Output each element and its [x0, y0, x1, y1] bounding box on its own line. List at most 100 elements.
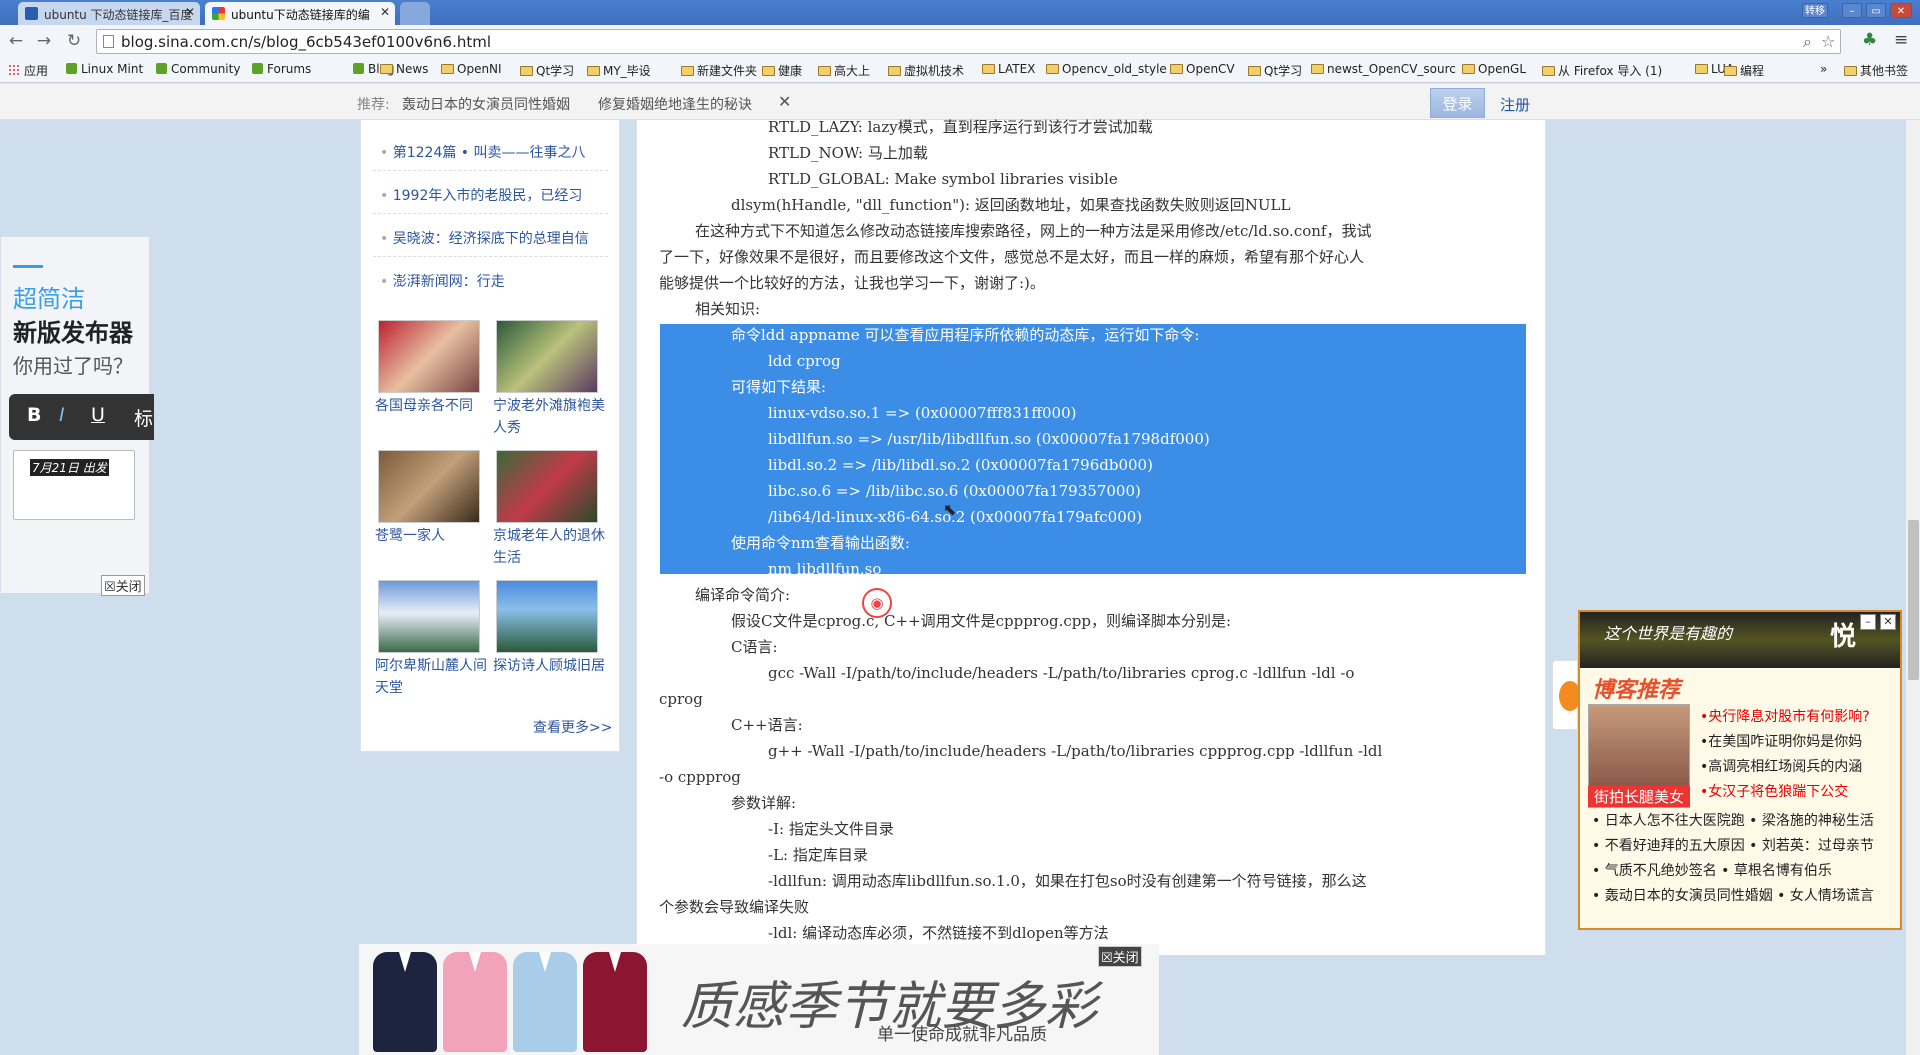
thumbnail-image[interactable]: [496, 320, 598, 393]
thumbnail-image[interactable]: [378, 450, 480, 523]
thumbnail-caption[interactable]: 宁波老外滩旗袍美人秀: [493, 395, 608, 439]
ad-title: 博客推荐: [1592, 678, 1681, 703]
side-tab[interactable]: [1552, 660, 1581, 730]
bookmark-label: Qt学习: [1264, 64, 1303, 78]
mint-icon: [66, 63, 77, 74]
sina-favicon-icon: [212, 7, 225, 20]
bookmark-label: 新建文件夹: [697, 64, 758, 78]
minimize-button[interactable]: –: [1842, 3, 1862, 18]
bookmark-label: Linux Mint: [81, 62, 144, 76]
bookmark-item[interactable]: Forums: [252, 62, 311, 76]
ad-link[interactable]: •女汉子将色狼踹下公交: [1700, 781, 1848, 801]
url-text[interactable]: blog.sina.com.cn/s/blog_6cb543ef0100v6n6…: [121, 33, 491, 51]
reload-icon[interactable]: ↻: [64, 31, 84, 51]
scrollbar-thumb[interactable]: [1908, 520, 1919, 680]
bookmark-item[interactable]: 应用: [8, 62, 48, 79]
bookmark-item[interactable]: OpenNI: [441, 62, 502, 76]
bookmark-label: Qt学习: [536, 64, 575, 78]
bookmark-item[interactable]: 健康: [762, 62, 802, 79]
view-more-link[interactable]: 查看更多>>: [533, 717, 612, 737]
article-line: -I: 指定头文件目录: [768, 820, 894, 838]
ad-link[interactable]: • 不看好迪拜的五大原因 • 刘若英：过母亲节: [1592, 835, 1874, 855]
folder-icon: [587, 66, 600, 76]
bookmark-item[interactable]: 新建文件夹: [681, 62, 757, 79]
thumbnail-image[interactable]: [496, 450, 598, 523]
switch-user-button[interactable]: 转移: [1802, 3, 1828, 18]
ad-link[interactable]: •央行降息对股市有何影响?: [1700, 706, 1870, 726]
bookmark-item[interactable]: MY_毕设: [587, 62, 651, 79]
bookmark-item[interactable]: OpenGL: [1462, 62, 1526, 76]
bookmark-item[interactable]: Qt学习: [520, 62, 574, 79]
ad-link[interactable]: • 轰动日本的女演员同性婚姻 • 女人情场谎言: [1592, 885, 1874, 905]
thumbnail-image[interactable]: [496, 580, 598, 653]
thumbnail-caption[interactable]: 苍鹭一家人: [375, 525, 490, 547]
bookmark-star-icon[interactable]: ☆: [1821, 32, 1835, 51]
bookmark-item[interactable]: 高大上: [818, 62, 870, 79]
ad-card: 7月21日 出发: [13, 450, 135, 520]
shirt-image: [513, 952, 577, 1052]
bookmark-item[interactable]: LATEX: [982, 62, 1035, 76]
weibo-share-icon[interactable]: ◉: [862, 588, 892, 618]
recommend-link[interactable]: 轰动日本的女演员同性婚姻: [402, 94, 570, 114]
bookmark-item[interactable]: OpenCV: [1170, 62, 1235, 76]
tab-baidu[interactable]: ubuntu 下动态链接库_百度 ✕: [18, 2, 200, 25]
sidebar-article-link[interactable]: 澎湃新闻网：行走: [380, 271, 505, 291]
bookmark-item[interactable]: newst_OpenCV_sourc: [1311, 62, 1456, 76]
ad-link[interactable]: •在美国咋证明你妈是你妈: [1700, 731, 1862, 751]
recommend-link[interactable]: 修复婚姻绝地逢生的秘诀: [598, 94, 752, 114]
article-line: libdl.so.2 => /lib/libdl.so.2 (0x00007fa…: [768, 456, 1153, 474]
sidebar-article-link[interactable]: 1992年入市的老股民，已经习: [380, 185, 583, 205]
new-tab-button[interactable]: [400, 2, 430, 25]
ad-link[interactable]: • 气质不凡绝妙签名 • 草根名博有伯乐: [1592, 860, 1832, 880]
article-line: C语言:: [731, 638, 778, 656]
tab-close-icon[interactable]: ✕: [380, 5, 390, 19]
minimize-icon[interactable]: –: [1860, 614, 1876, 630]
divider: [373, 170, 608, 171]
apps-icon: [8, 64, 20, 76]
thumbnail-caption[interactable]: 探访诗人顾城旧居: [493, 655, 608, 677]
close-window-button[interactable]: ✕: [1890, 3, 1912, 18]
thumbnail-image[interactable]: [378, 320, 480, 393]
menu-icon[interactable]: ≡: [1894, 30, 1908, 50]
bookmark-item[interactable]: 虚拟机技术: [888, 62, 964, 79]
bookmark-item[interactable]: Linux Mint: [66, 62, 143, 76]
ad-link[interactable]: •高调亮相红场阅兵的内涵: [1700, 756, 1862, 776]
tab-strip: ubuntu 下动态链接库_百度 ✕ ubuntu下动态链接库的编 ✕ 转移 – ▭…: [0, 0, 1920, 25]
tab-sina-blog[interactable]: ubuntu下动态链接库的编 ✕: [205, 2, 395, 25]
ad-photo-caption[interactable]: 街拍长腿美女: [1588, 786, 1690, 807]
forward-arrow-icon[interactable]: →: [34, 31, 54, 51]
sidebar-panel: 第1224篇 • 叫卖——往事之八 1992年入市的老股民，已经习 吴晓波：经济…: [360, 120, 620, 752]
close-icon[interactable]: ✕: [1880, 614, 1896, 630]
bottom-banner-ad[interactable]: 质感季节就要多彩 单一使命成就非凡品质 ☒关闭: [359, 944, 1159, 1055]
sidebar-article-link[interactable]: 第1224篇 • 叫卖——往事之八: [380, 142, 586, 162]
ad-close-button[interactable]: ☒关闭: [1098, 946, 1142, 967]
search-icon[interactable]: ⌕: [1803, 32, 1812, 52]
ad-link[interactable]: • 日本人怎不往大医院跑 • 梁洛施的神秘生活: [1592, 810, 1874, 830]
bookmark-item[interactable]: News: [380, 62, 428, 76]
bookmark-item[interactable]: 编程: [1724, 62, 1764, 79]
thumbnail-image[interactable]: [378, 580, 480, 653]
article-line: 能够提供一个比较好的方法，让我也学习一下，谢谢了:)。: [659, 274, 1045, 292]
bookmark-item[interactable]: 从 Firefox 导入 (1): [1542, 62, 1662, 79]
article-line: RTLD_LAZY: lazy模式，直到程序运行到该行才尝试加载: [768, 118, 1153, 136]
maximize-button[interactable]: ▭: [1866, 3, 1886, 18]
login-button[interactable]: 登录: [1430, 88, 1485, 118]
tab-close-icon[interactable]: ✕: [185, 5, 195, 19]
thumbnail-caption[interactable]: 京城老年人的退休生活: [493, 525, 608, 569]
register-link[interactable]: 注册: [1500, 94, 1530, 115]
banner-text: 这个世界是有趣的: [1604, 624, 1733, 643]
thumbnail-caption[interactable]: 各国母亲各不同: [375, 395, 490, 417]
other-bookmarks-folder[interactable]: 其他书签: [1844, 62, 1908, 79]
bookmark-item[interactable]: Opencv_old_style: [1046, 62, 1167, 76]
ad-close-button[interactable]: ☒关闭: [101, 575, 145, 596]
bookmark-item[interactable]: Community: [156, 62, 240, 76]
sidebar-article-link[interactable]: 吴晓波：经济探底下的总理自信: [380, 228, 589, 248]
address-bar[interactable]: blog.sina.com.cn/s/blog_6cb543ef0100v6n6…: [96, 29, 1841, 54]
bookmarks-overflow-button[interactable]: »: [1820, 62, 1827, 76]
bookmark-item[interactable]: Qt学习: [1248, 62, 1302, 79]
back-arrow-icon[interactable]: ←: [6, 31, 26, 51]
thumbnail-caption[interactable]: 阿尔卑斯山麓人间天堂: [375, 655, 490, 699]
scrollbar[interactable]: [1905, 120, 1920, 1055]
extension-icon[interactable]: ♣: [1862, 30, 1877, 50]
close-icon[interactable]: ✕: [778, 92, 791, 111]
